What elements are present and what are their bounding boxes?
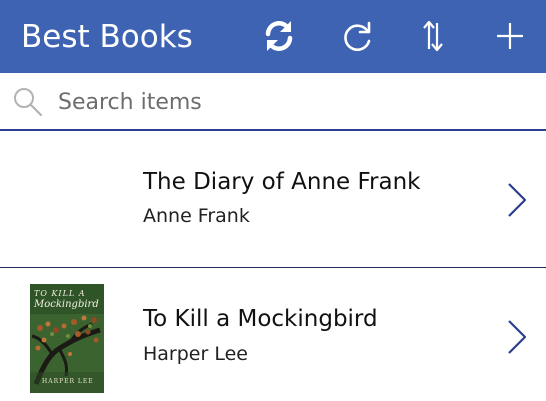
add-button[interactable] (490, 16, 530, 56)
cover-title-line: TO KILL A (34, 289, 86, 298)
cover-title-line: Mockingbird (34, 299, 99, 310)
add-icon (497, 23, 523, 49)
item-subtitle: Harper Lee (143, 343, 248, 365)
book-cover-image: TO KILL A Mockingbird HARPER LEE (30, 284, 104, 393)
sort-button[interactable] (413, 16, 453, 56)
page-title: Best Books (21, 19, 193, 55)
header-bar: Best Books (0, 0, 546, 73)
refresh-icon (265, 21, 293, 51)
refresh-button[interactable] (259, 16, 299, 56)
chevron-right-icon[interactable] (503, 318, 531, 356)
reload-icon (344, 21, 371, 51)
app-screen: Best Books Search items The Diary of Ann… (0, 0, 546, 401)
list-item[interactable]: TO KILL A Mockingbird HARPER LEE To Kill… (0, 268, 546, 401)
sort-icon (423, 20, 443, 52)
cover-author: HARPER LEE (42, 378, 94, 385)
chevron-right-icon[interactable] (503, 181, 531, 219)
search-bar (0, 73, 546, 131)
search-icon (14, 88, 43, 117)
reload-button[interactable] (338, 16, 378, 56)
item-title: To Kill a Mockingbird (143, 306, 378, 332)
item-subtitle: Anne Frank (143, 205, 250, 227)
search-input[interactable] (58, 85, 528, 119)
item-title: The Diary of Anne Frank (143, 169, 421, 195)
list-item[interactable]: The Diary of Anne Frank Anne Frank (0, 131, 546, 268)
